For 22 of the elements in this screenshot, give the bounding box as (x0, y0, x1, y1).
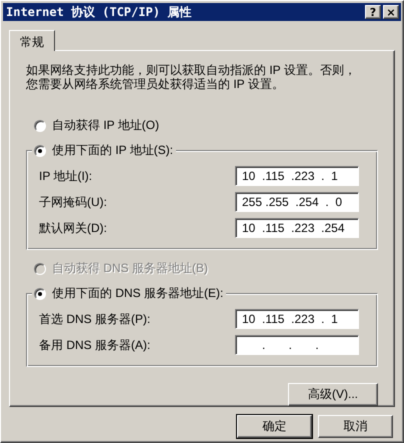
field-label: IP 地址(I): (39, 168, 92, 184)
close-button[interactable]: × (383, 5, 399, 19)
radio-button[interactable] (34, 120, 46, 132)
field-label: 子网掩码(U): (39, 194, 107, 210)
tab[interactable]: 常规 (9, 30, 55, 51)
ip-address-field[interactable]: . . . (235, 335, 359, 355)
radio-label[interactable]: 自动获得 IP 地址(O) (51, 117, 160, 134)
description-text: 如果网络支持此功能，则可以获取自动指派的 IP 设置。否则，您需要从网络系统管理员处获得适当的 IP 设置。 (26, 63, 356, 91)
help-button[interactable]: ? (365, 5, 381, 19)
field-label: 首选 DNS 服务器(P): (39, 310, 150, 328)
field-label: 备用 DNS 服务器(A): (39, 336, 150, 354)
ip-address-field[interactable]: 10 .115 .223 . 1 (235, 309, 359, 329)
advanced-button[interactable]: 高级(V)... (288, 383, 378, 406)
radio-button[interactable] (34, 288, 46, 300)
ip-address-field[interactable]: 10 .115 .223 . 1 (235, 166, 359, 186)
ip-address-field[interactable]: 255 .255 .254 . 0 (235, 192, 359, 212)
ip-address-field[interactable]: 10 .115 .223 .254 (235, 218, 359, 238)
cancel-button[interactable]: 取消 (318, 415, 393, 438)
field-label: 默认网关(D): (39, 220, 107, 236)
ok-button[interactable]: 确定 (237, 415, 312, 438)
radio-button[interactable] (34, 144, 46, 156)
window-title: Internet 协议 (TCP/IP) 属性 (6, 4, 192, 20)
